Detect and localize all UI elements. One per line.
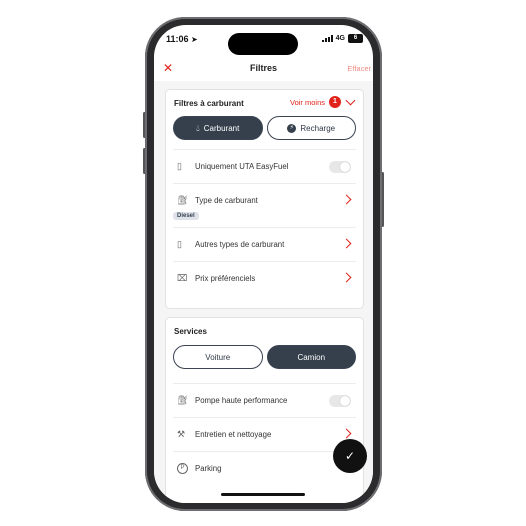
see-less-label: Voir moins bbox=[289, 97, 325, 107]
status-time: 11:06 bbox=[166, 34, 189, 44]
chevron-right-icon bbox=[341, 194, 352, 205]
segment-voiture[interactable]: Voiture bbox=[173, 345, 263, 369]
dynamic-island bbox=[228, 33, 298, 55]
row-maintenance-cleaning[interactable]: ⚒︎ Entretien et nettoyage bbox=[173, 417, 356, 452]
location-arrow-icon: ➤ bbox=[191, 35, 198, 44]
network-type: 4G bbox=[335, 35, 345, 42]
vehicle-type-segment: Voiture Camion bbox=[173, 345, 356, 369]
row-maintenance-cleaning-label: Entretien et nettoyage bbox=[195, 430, 272, 439]
parking-icon: P bbox=[177, 463, 188, 474]
row-fuel-type-label: Type de carburant bbox=[195, 196, 258, 205]
battery-icon: 6 bbox=[348, 34, 363, 43]
page-title: Filtres bbox=[249, 63, 277, 73]
services-title: Services bbox=[174, 327, 207, 336]
plug-icon: ⚡︎ bbox=[287, 123, 297, 133]
segment-voiture-label: Voiture bbox=[205, 352, 231, 362]
status-indicators: 4G 6 bbox=[321, 34, 363, 43]
fuel-filters-card: Filtres à carburant Voir moins 1 💧︎ Carb… bbox=[165, 89, 364, 309]
drop-icon: 💧︎ bbox=[196, 122, 200, 133]
chevron-right-icon bbox=[341, 272, 352, 283]
row-other-fuel-types[interactable]: ▯ Autres types de carburant bbox=[173, 227, 356, 262]
row-parking-label: Parking bbox=[195, 464, 222, 473]
wrench-icon: ⚒︎ bbox=[177, 429, 186, 439]
fuel-type-segment: 💧︎ Carburant ⚡︎ Recharge bbox=[173, 116, 356, 140]
signal-icon bbox=[321, 35, 333, 42]
checkmark-icon: ✓ bbox=[344, 449, 356, 463]
pump-icon: ⛽︎ bbox=[177, 395, 189, 405]
fuel-type-chip: Diesel bbox=[173, 212, 199, 220]
segment-recharge-label: Recharge bbox=[300, 123, 336, 133]
segment-recharge[interactable]: ⚡︎ Recharge bbox=[266, 116, 356, 140]
row-parking[interactable]: P Parking bbox=[173, 451, 356, 486]
chevron-right-icon bbox=[341, 428, 352, 439]
uta-easyfuel-toggle[interactable] bbox=[329, 161, 351, 173]
clear-button[interactable]: Effacer bbox=[347, 64, 371, 73]
active-count-badge: 1 bbox=[329, 96, 341, 108]
nav-bar: ✕ Filtres Effacer bbox=[154, 59, 373, 79]
filters-content[interactable]: Filtres à carburant Voir moins 1 💧︎ Carb… bbox=[154, 81, 373, 503]
phone-fuel-icon: ▯ bbox=[177, 161, 182, 171]
row-preferred-prices-label: Prix préférenciels bbox=[195, 274, 256, 283]
fuel-filters-title: Filtres à carburant bbox=[174, 99, 244, 108]
chevron-right-icon bbox=[341, 238, 352, 249]
services-card: Services Voiture Camion ⛽︎ Pompe haute p… bbox=[165, 317, 364, 503]
segment-carburant[interactable]: 💧︎ Carburant bbox=[173, 116, 263, 140]
row-fuel-type[interactable]: ⛽︎ Type de carburant Diesel bbox=[173, 183, 356, 224]
phone-screen: 11:06 ➤ 4G 6 ✕ Filtres Effacer Filtres à… bbox=[154, 25, 373, 503]
row-high-performance-pump[interactable]: ⛽︎ Pompe haute performance bbox=[173, 383, 356, 418]
row-other-fuel-types-label: Autres types de carburant bbox=[195, 240, 285, 249]
row-high-performance-pump-label: Pompe haute performance bbox=[195, 396, 288, 405]
segment-carburant-label: Carburant bbox=[203, 123, 240, 133]
row-uta-easyfuel[interactable]: ▯ Uniquement UTA EasyFuel bbox=[173, 149, 356, 184]
fuel-pump-icon: ⛽︎ bbox=[177, 195, 189, 205]
row-uta-easyfuel-label: Uniquement UTA EasyFuel bbox=[195, 162, 289, 171]
see-less-button[interactable]: Voir moins 1 bbox=[289, 95, 356, 108]
high-performance-pump-toggle[interactable] bbox=[329, 395, 351, 407]
fuel-can-icon: ▯ bbox=[177, 239, 182, 249]
home-indicator bbox=[221, 493, 305, 496]
segment-camion-label: Camion bbox=[297, 352, 326, 362]
price-tag-icon: ⌧ bbox=[177, 273, 188, 283]
row-preferred-prices[interactable]: ⌧ Prix préférenciels bbox=[173, 261, 356, 296]
chevron-down-icon bbox=[345, 95, 356, 105]
apply-filters-button[interactable]: ✓ bbox=[333, 439, 367, 473]
segment-camion[interactable]: Camion bbox=[266, 345, 356, 369]
